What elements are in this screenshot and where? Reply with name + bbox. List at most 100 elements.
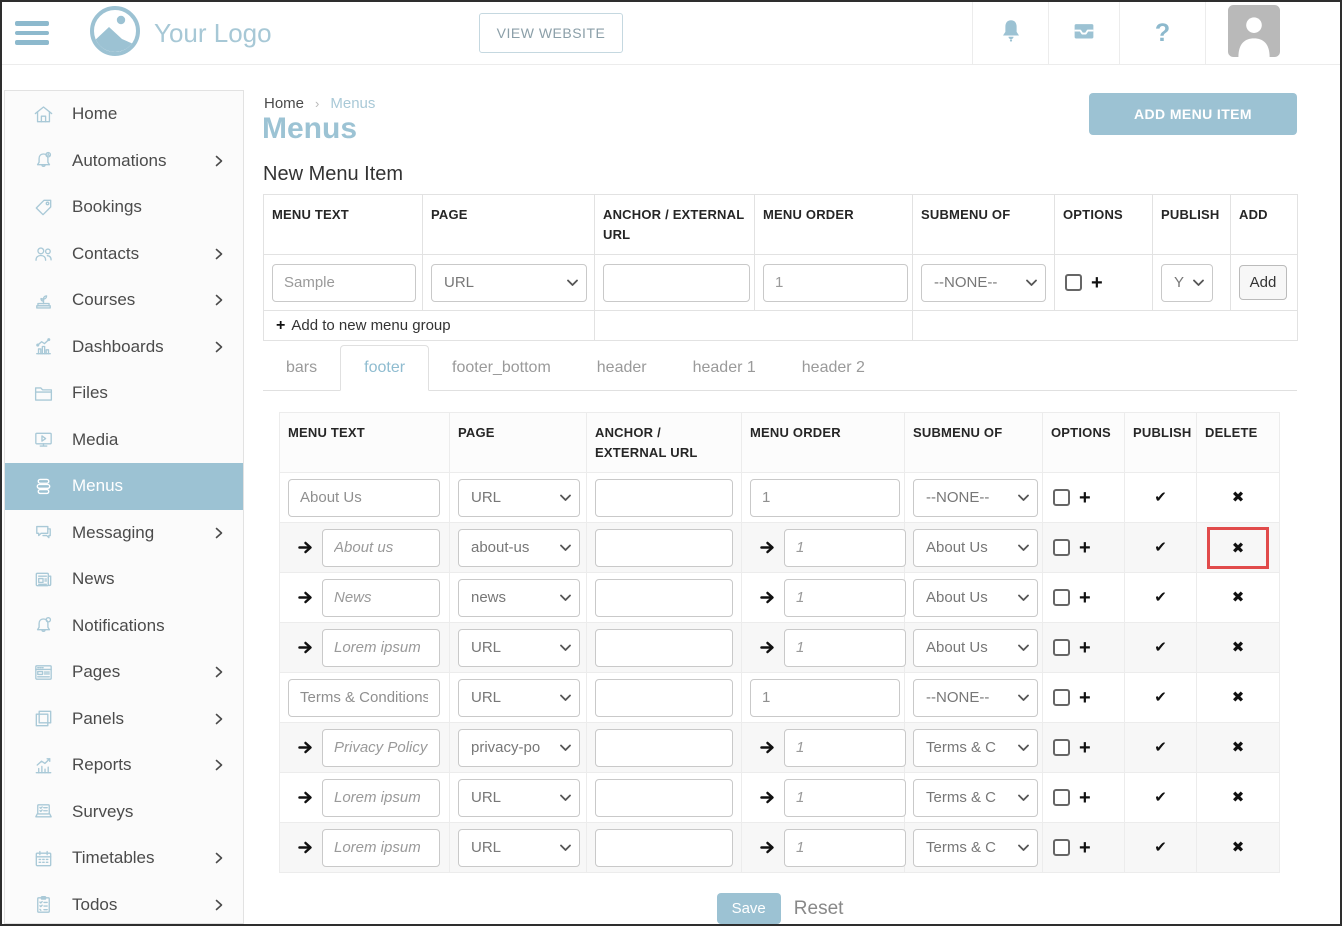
menu-text-input[interactable]	[322, 529, 440, 567]
submenu-select[interactable]: --NONE--	[913, 679, 1038, 717]
menu-order-input[interactable]	[784, 829, 906, 867]
publish-check-icon[interactable]: ✔	[1154, 539, 1167, 556]
delete-icon[interactable]: ✖	[1232, 489, 1245, 506]
delete-icon[interactable]: ✖	[1232, 739, 1245, 756]
menu-order-input[interactable]	[784, 629, 906, 667]
delete-icon[interactable]: ✖	[1232, 589, 1245, 606]
new-menu-text-input[interactable]	[272, 264, 416, 302]
page-select[interactable]: privacy-po	[458, 729, 580, 767]
new-submenu-select[interactable]: --NONE--	[921, 264, 1046, 302]
options-checkbox[interactable]	[1053, 739, 1070, 756]
add-option-icon[interactable]: +	[1079, 838, 1091, 858]
new-options-checkbox[interactable]	[1065, 274, 1082, 291]
menu-order-input[interactable]	[784, 529, 906, 567]
add-option-icon[interactable]: +	[1079, 488, 1091, 508]
tab-header[interactable]: header	[574, 346, 670, 390]
new-add-option-icon[interactable]: +	[1091, 273, 1103, 293]
column-menu-text: MENU TEXT	[280, 413, 450, 473]
submenu-select[interactable]: --NONE--	[913, 479, 1038, 517]
menu-text-input[interactable]	[288, 479, 440, 517]
add-option-icon[interactable]: +	[1079, 588, 1091, 608]
delete-icon[interactable]: ✖	[1232, 639, 1245, 656]
tab-header-1[interactable]: header 1	[670, 346, 779, 390]
page-select[interactable]: about-us	[458, 529, 580, 567]
submenu-select[interactable]: About Us	[913, 629, 1038, 667]
inbox-button[interactable]	[1048, 2, 1119, 64]
page-select[interactable]: URL	[458, 629, 580, 667]
help-button[interactable]: ?	[1119, 2, 1205, 64]
add-option-icon[interactable]: +	[1079, 738, 1091, 758]
menu-order-input[interactable]	[750, 479, 900, 517]
options-checkbox[interactable]	[1053, 589, 1070, 606]
delete-icon[interactable]: ✖	[1232, 789, 1245, 806]
anchor-input[interactable]	[595, 829, 733, 867]
menu-text-input[interactable]	[322, 779, 440, 817]
add-option-icon[interactable]: +	[1079, 788, 1091, 808]
new-page-select[interactable]: URL	[431, 264, 587, 302]
add-option-icon[interactable]: +	[1079, 638, 1091, 658]
notifications-button[interactable]	[972, 2, 1048, 64]
user-menu[interactable]	[1205, 2, 1340, 64]
page-select[interactable]: URL	[458, 779, 580, 817]
anchor-input[interactable]	[595, 479, 733, 517]
options-checkbox[interactable]	[1053, 489, 1070, 506]
tab-footer[interactable]: footer	[340, 345, 429, 391]
view-website-button[interactable]: VIEW WEBSITE	[479, 13, 623, 53]
add-menu-item-button[interactable]: ADD MENU ITEM	[1089, 93, 1297, 135]
new-anchor-input[interactable]	[603, 264, 750, 302]
add-row-button[interactable]: Add	[1239, 265, 1287, 300]
delete-icon[interactable]: ✖	[1232, 539, 1245, 557]
add-option-icon[interactable]: +	[1079, 688, 1091, 708]
menu-text-input[interactable]	[322, 829, 440, 867]
publish-check-icon[interactable]: ✔	[1154, 589, 1167, 606]
anchor-input[interactable]	[595, 779, 733, 817]
new-publish-select[interactable]: Y	[1161, 264, 1213, 302]
tab-bars[interactable]: bars	[263, 346, 340, 390]
save-button[interactable]: Save	[717, 893, 781, 924]
publish-check-icon[interactable]: ✔	[1154, 839, 1167, 856]
page-select[interactable]: URL	[458, 829, 580, 867]
reset-button[interactable]: Reset	[794, 898, 844, 920]
anchor-input[interactable]	[595, 679, 733, 717]
options-checkbox[interactable]	[1053, 839, 1070, 856]
publish-check-icon[interactable]: ✔	[1154, 739, 1167, 756]
options-checkbox[interactable]	[1053, 639, 1070, 656]
publish-check-icon[interactable]: ✔	[1154, 789, 1167, 806]
anchor-input[interactable]	[595, 529, 733, 567]
menu-text-input[interactable]	[322, 629, 440, 667]
tab-footer-bottom[interactable]: footer_bottom	[429, 346, 574, 390]
submenu-select[interactable]: Terms & C	[913, 829, 1038, 867]
page-select[interactable]: URL	[458, 479, 580, 517]
publish-check-icon[interactable]: ✔	[1154, 639, 1167, 656]
anchor-input[interactable]	[595, 629, 733, 667]
hamburger-menu-icon[interactable]	[15, 21, 49, 45]
delete-icon[interactable]: ✖	[1232, 689, 1245, 706]
breadcrumb-home-link[interactable]: Home	[264, 95, 304, 112]
menu-text-input[interactable]	[322, 729, 440, 767]
publish-check-icon[interactable]: ✔	[1154, 489, 1167, 506]
page-select[interactable]: URL	[458, 679, 580, 717]
options-checkbox[interactable]	[1053, 789, 1070, 806]
add-to-new-menu-group-link[interactable]: +Add to new menu group	[264, 311, 595, 341]
menu-order-input[interactable]	[784, 779, 906, 817]
publish-check-icon[interactable]: ✔	[1154, 689, 1167, 706]
submenu-select[interactable]: Terms & C	[913, 729, 1038, 767]
tab-header-2[interactable]: header 2	[779, 346, 888, 390]
column-menu-order: MENU ORDER	[755, 195, 913, 255]
delete-icon[interactable]: ✖	[1232, 839, 1245, 856]
submenu-select[interactable]: Terms & C	[913, 779, 1038, 817]
menu-order-input[interactable]	[750, 679, 900, 717]
options-checkbox[interactable]	[1053, 539, 1070, 556]
menu-order-input[interactable]	[784, 729, 906, 767]
menu-order-input[interactable]	[784, 579, 906, 617]
anchor-input[interactable]	[595, 579, 733, 617]
menu-text-input[interactable]	[322, 579, 440, 617]
submenu-select[interactable]: About Us	[913, 529, 1038, 567]
new-menu-order-input[interactable]	[763, 264, 908, 302]
submenu-select[interactable]: About Us	[913, 579, 1038, 617]
add-option-icon[interactable]: +	[1079, 538, 1091, 558]
menu-text-input[interactable]	[288, 679, 440, 717]
page-select[interactable]: news	[458, 579, 580, 617]
anchor-input[interactable]	[595, 729, 733, 767]
options-checkbox[interactable]	[1053, 689, 1070, 706]
